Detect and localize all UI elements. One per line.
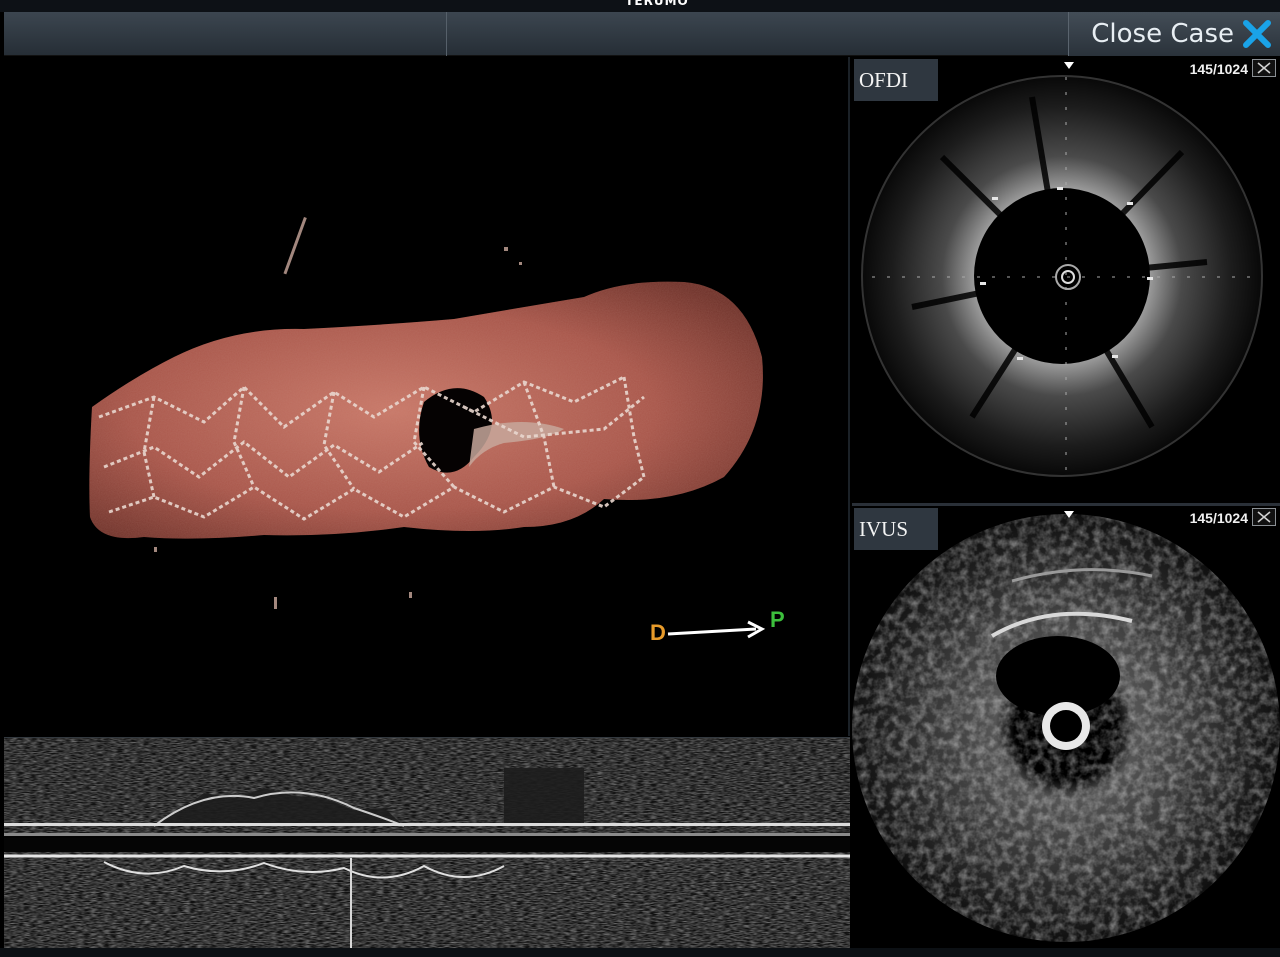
distal-label: D	[650, 620, 666, 645]
longitudinal-image	[4, 738, 850, 948]
ofdi-close-button[interactable]	[1252, 59, 1276, 77]
close-x-icon	[1243, 20, 1271, 48]
ivus-label: IVUS	[854, 508, 938, 550]
ivus-frame-counter: 145/1024	[1189, 510, 1248, 526]
close-icon	[1257, 62, 1271, 74]
ivus-panel[interactable]: IVUS 145/1024	[852, 503, 1280, 948]
header-separator	[446, 12, 447, 56]
ofdi-frame-counter: 145/1024	[1189, 61, 1248, 77]
ivus-cross-section	[852, 514, 1280, 942]
longitudinal-view[interactable]	[4, 737, 850, 948]
brand-name: TERUMO	[625, 0, 689, 8]
header-bar: Close Case	[4, 12, 1280, 56]
vessel-3d-view[interactable]: D P	[4, 57, 850, 736]
orientation-arrow	[667, 627, 757, 636]
triangle-marker-icon	[1064, 511, 1074, 518]
triangle-marker-icon	[1064, 62, 1074, 69]
close-case-label: Close Case	[1091, 19, 1234, 49]
close-icon	[1257, 511, 1271, 523]
bottom-bar	[0, 948, 1280, 957]
ofdi-label: OFDI	[854, 59, 938, 101]
vessel-3d-render: D P	[89, 217, 785, 645]
ofdi-cross-section	[861, 75, 1263, 477]
ivus-close-button[interactable]	[1252, 508, 1276, 526]
proximal-label: P	[770, 607, 785, 632]
close-case-button[interactable]: Close Case	[1068, 12, 1280, 56]
ofdi-panel[interactable]: OFDI 145/1024	[852, 57, 1280, 502]
top-brand-strip: TERUMO	[0, 0, 1280, 12]
